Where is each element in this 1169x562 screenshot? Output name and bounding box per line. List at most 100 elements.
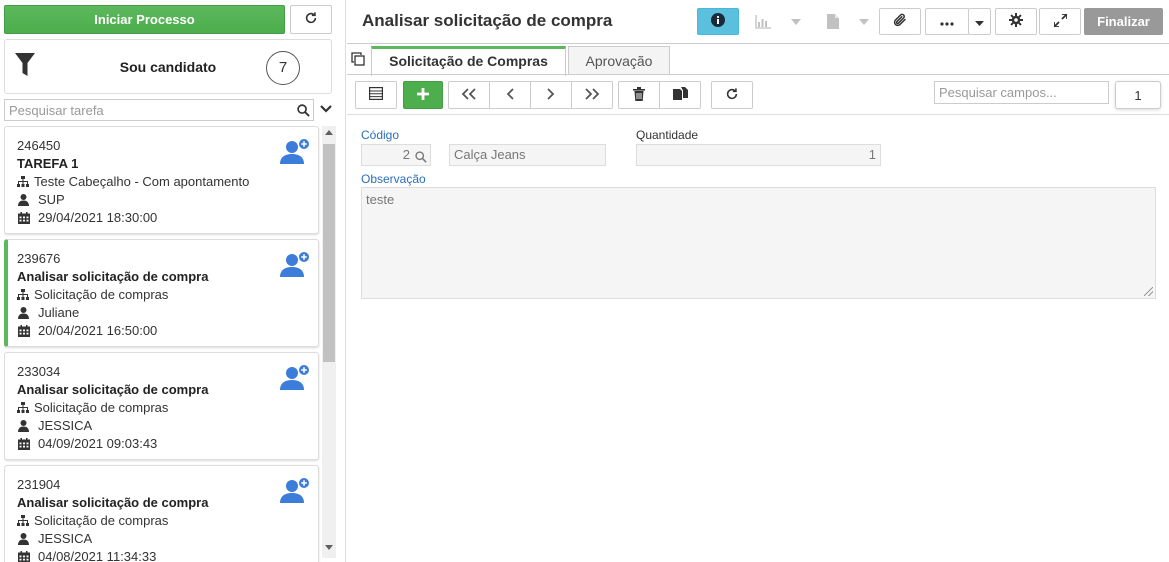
- refresh-tasks-button[interactable]: [290, 5, 332, 34]
- chart-icon[interactable]: [753, 8, 773, 35]
- task-user: Juliane: [38, 305, 80, 320]
- codigo-label: Código: [361, 128, 400, 142]
- info-button[interactable]: [697, 8, 739, 35]
- process-tree-icon: [17, 176, 34, 188]
- task-card[interactable]: 231904 Analisar solicitação de compra So…: [4, 465, 319, 562]
- delete-record-button[interactable]: [618, 81, 660, 109]
- plus-icon: [417, 87, 429, 103]
- candidate-filter-box[interactable]: Sou candidato 7: [4, 39, 332, 94]
- codigo-field[interactable]: 2: [361, 144, 431, 166]
- refresh-icon: [304, 11, 318, 28]
- task-search-box: [4, 99, 314, 121]
- settings-button[interactable]: [995, 8, 1037, 35]
- task-search-input[interactable]: [5, 100, 293, 120]
- task-process: Solicitação de compras: [34, 287, 169, 302]
- user-icon: [17, 420, 38, 432]
- chevron-down-icon[interactable]: [789, 8, 803, 35]
- task-user: JESSICA: [38, 531, 93, 546]
- resize-grip-icon[interactable]: [1144, 287, 1153, 296]
- start-process-button[interactable]: Iniciar Processo: [4, 5, 285, 34]
- app: Iniciar Processo Sou candidato 7 24: [0, 0, 1169, 562]
- user-icon: [17, 307, 38, 319]
- paperclip-icon: [893, 13, 907, 30]
- calendar-icon: [17, 551, 38, 562]
- task-title: Analisar solicitação de compra: [17, 269, 209, 284]
- scrollbar-thumb[interactable]: [323, 144, 335, 362]
- reload-button[interactable]: [711, 81, 753, 109]
- calendar-icon: [17, 212, 38, 224]
- info-icon: [711, 13, 725, 30]
- chevron-down-icon[interactable]: [318, 101, 334, 117]
- table-icon: [369, 87, 384, 103]
- more-options-button[interactable]: [925, 8, 969, 35]
- task-title: Analisar solicitação de compra: [17, 382, 209, 397]
- ellipsis-icon: [940, 14, 954, 29]
- search-icon[interactable]: [293, 103, 313, 117]
- observacao-textarea[interactable]: teste: [361, 187, 1156, 299]
- page-title: Analisar solicitação de compra: [362, 11, 613, 30]
- page-number-indicator[interactable]: 1: [1115, 81, 1161, 109]
- more-options-dropdown[interactable]: [968, 8, 991, 35]
- chevron-left-icon: [506, 87, 514, 103]
- process-tree-icon: [17, 289, 34, 301]
- codigo-value: 2: [402, 147, 410, 162]
- chevron-down-icon[interactable]: [857, 8, 871, 35]
- task-title: Analisar solicitação de compra: [17, 495, 209, 510]
- double-chevron-left-icon: [461, 87, 477, 103]
- task-list-scrollbar[interactable]: [322, 126, 336, 558]
- first-record-button[interactable]: [448, 81, 490, 109]
- last-record-button[interactable]: [571, 81, 613, 109]
- process-tree-icon: [17, 515, 34, 527]
- document-icon[interactable]: [823, 8, 843, 35]
- duplicate-record-button[interactable]: [659, 81, 701, 109]
- task-id: 231904: [17, 477, 61, 492]
- user-icon: [17, 533, 38, 545]
- trash-icon: [633, 86, 645, 104]
- previous-record-button[interactable]: [489, 81, 531, 109]
- add-user-icon[interactable]: [280, 365, 310, 394]
- observacao-label: Observação: [361, 172, 426, 186]
- task-id: 233034: [17, 364, 61, 379]
- toolbar-divider: [347, 114, 1169, 115]
- add-user-icon[interactable]: [280, 252, 310, 281]
- observacao-value: teste: [366, 192, 395, 207]
- double-chevron-right-icon: [584, 87, 600, 103]
- produto-field[interactable]: Calça Jeans: [449, 144, 606, 166]
- scroll-down-arrow[interactable]: [325, 545, 333, 550]
- add-record-button[interactable]: [403, 81, 443, 109]
- task-date: 29/04/2021 18:30:00: [38, 210, 158, 225]
- search-fields-input[interactable]: [935, 82, 1108, 103]
- task-user: SUP: [38, 192, 65, 207]
- task-process: Solicitação de compras: [34, 400, 169, 415]
- task-date: 20/04/2021 16:50:00: [38, 323, 158, 338]
- calendar-icon: [17, 325, 38, 337]
- next-record-button[interactable]: [530, 81, 572, 109]
- task-process: Teste Cabeçalho - Com apontamento: [34, 174, 250, 189]
- quantidade-field[interactable]: 1: [636, 144, 881, 166]
- task-list: 246450 TAREFA 1 Teste Cabeçalho - Com ap…: [4, 126, 322, 562]
- expand-icon: [1052, 12, 1068, 30]
- copy-icon[interactable]: [351, 52, 365, 69]
- task-card[interactable]: 233034 Analisar solicitação de compra So…: [4, 352, 319, 460]
- expand-button[interactable]: [1039, 8, 1081, 35]
- add-user-icon[interactable]: [280, 139, 310, 168]
- search-icon[interactable]: [415, 149, 427, 169]
- task-detail-panel: Analisar solicitação de compra Finalizar…: [347, 0, 1169, 562]
- tab-solicitacao-de-compras[interactable]: Solicitação de Compras: [371, 46, 566, 76]
- refresh-icon: [725, 87, 739, 104]
- task-process: Solicitação de compras: [34, 513, 169, 528]
- task-card[interactable]: 246450 TAREFA 1 Teste Cabeçalho - Com ap…: [4, 126, 319, 234]
- task-id: 246450: [17, 138, 61, 153]
- scroll-up-arrow[interactable]: [325, 130, 333, 135]
- chevron-right-icon: [547, 87, 555, 103]
- process-tree-icon: [17, 402, 34, 414]
- add-user-icon[interactable]: [280, 478, 310, 507]
- finalize-button[interactable]: Finalizar: [1084, 8, 1163, 35]
- search-fields-box: [934, 81, 1109, 104]
- task-date: 04/09/2021 09:03:43: [38, 436, 158, 451]
- task-card[interactable]: 239676 Analisar solicitação de compra So…: [4, 239, 319, 347]
- grid-view-button[interactable]: [355, 81, 397, 109]
- attachment-button[interactable]: [879, 8, 921, 35]
- gear-icon: [1009, 13, 1023, 30]
- tab-aprovacao[interactable]: Aprovação: [568, 46, 670, 75]
